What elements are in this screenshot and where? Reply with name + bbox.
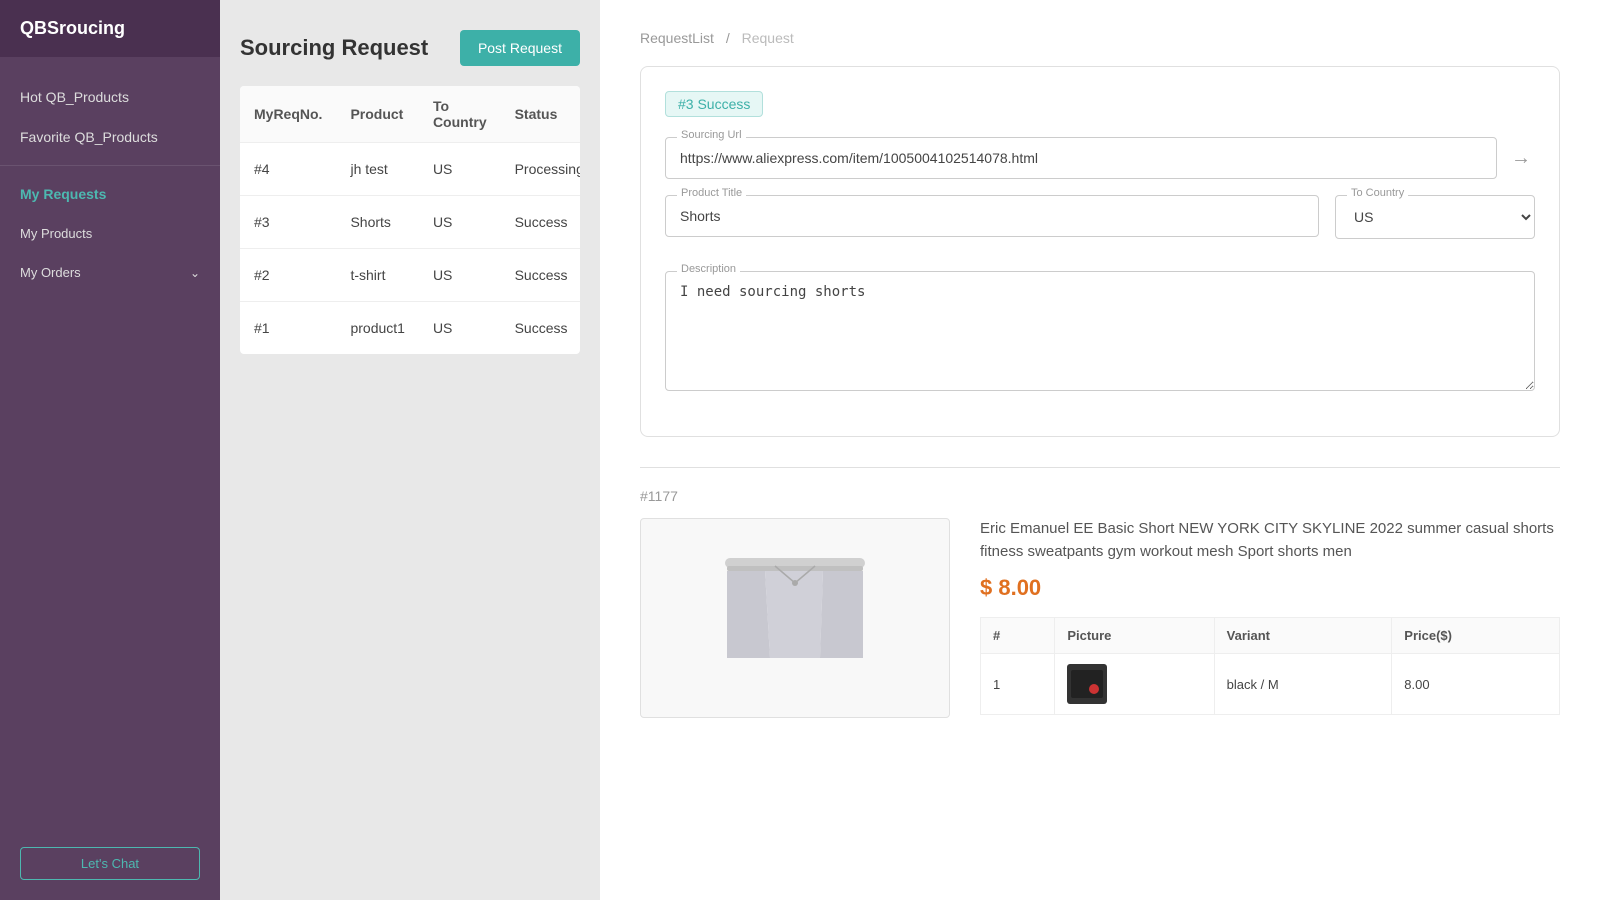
sidebar-nav: Hot QB_Products Favorite QB_Products My …	[0, 57, 220, 827]
product-title-group: Product Title	[665, 195, 1319, 239]
detail-panel: RequestList / Request #3 Success Sourcin…	[600, 0, 1600, 900]
table-row[interactable]: #2 t-shirt US Success	[240, 249, 580, 302]
sidebar-item-my-requests[interactable]: My Requests	[0, 174, 220, 214]
sidebar-item-my-products[interactable]: My Products	[0, 214, 220, 253]
variant-row: 1 black / M 8.00	[981, 654, 1560, 715]
cell-status: Success	[501, 249, 580, 302]
variant-thumb-inner	[1071, 670, 1103, 698]
breadcrumb-sep: /	[726, 30, 730, 46]
description-group: Description I need sourcing shorts	[665, 271, 1535, 396]
product-info: Eric Emanuel EE Basic Short NEW YORK CIT…	[980, 518, 1560, 718]
product-title-label: Product Title	[677, 187, 746, 199]
list-panel: Sourcing Request Post Request MyReqNo. P…	[220, 0, 600, 900]
variant-col-variant: Variant	[1214, 618, 1392, 654]
sidebar-bottom: Let's Chat	[0, 827, 220, 900]
sourcing-url-input[interactable]	[665, 137, 1497, 179]
cell-status: Success	[501, 196, 580, 249]
cell-product: Shorts	[336, 196, 418, 249]
variant-col-price: Price($)	[1392, 618, 1560, 654]
variant-picture	[1055, 654, 1214, 715]
list-header: Sourcing Request Post Request	[240, 30, 580, 66]
sidebar-item-my-orders[interactable]: My Orders ⌄	[0, 253, 220, 292]
cell-req-id: #2	[240, 249, 336, 302]
cell-country: US	[419, 196, 501, 249]
product-price: $ 8.00	[980, 575, 1560, 601]
requests-table-wrapper: MyReqNo. Product To Country Status #4 jh…	[240, 86, 580, 354]
product-result: Eric Emanuel EE Basic Short NEW YORK CIT…	[640, 518, 1560, 718]
product-country-row: Product Title To Country US UK CA AU	[665, 195, 1535, 255]
variant-name: black / M	[1214, 654, 1392, 715]
col-header-country: To Country	[419, 86, 501, 143]
cell-country: US	[419, 249, 501, 302]
variant-num: 1	[981, 654, 1055, 715]
cell-status: Success	[501, 302, 580, 355]
description-label: Description	[677, 263, 740, 275]
product-result-section: #1177	[640, 488, 1560, 718]
breadcrumb-list[interactable]: RequestList	[640, 30, 714, 46]
chat-button[interactable]: Let's Chat	[20, 847, 200, 880]
list-title: Sourcing Request	[240, 35, 428, 61]
variant-col-num: #	[981, 618, 1055, 654]
product-id: #1177	[640, 488, 1560, 504]
cell-req-id: #4	[240, 143, 336, 196]
requests-table: MyReqNo. Product To Country Status #4 jh…	[240, 86, 580, 354]
breadcrumb: RequestList / Request	[640, 30, 1560, 46]
cell-product: product1	[336, 302, 418, 355]
cell-req-id: #1	[240, 302, 336, 355]
cell-product: t-shirt	[336, 249, 418, 302]
url-navigate-button[interactable]: →	[1507, 143, 1535, 174]
product-name: Eric Emanuel EE Basic Short NEW YORK CIT…	[980, 518, 1560, 563]
description-input[interactable]: I need sourcing shorts	[665, 271, 1535, 391]
to-country-select[interactable]: US UK CA AU	[1335, 195, 1535, 239]
breadcrumb-current: Request	[742, 30, 794, 46]
cell-status: Processing	[501, 143, 580, 196]
variants-table: # Picture Variant Price($) 1 black / M 8…	[980, 617, 1560, 715]
sidebar-item-hot-qb-products[interactable]: Hot QB_Products	[0, 77, 220, 117]
sourcing-url-label: Sourcing Url	[677, 129, 746, 141]
section-divider	[640, 467, 1560, 468]
cell-country: US	[419, 143, 501, 196]
table-row[interactable]: #4 jh test US Processing	[240, 143, 580, 196]
main-area: Sourcing Request Post Request MyReqNo. P…	[220, 0, 1600, 900]
request-card: #3 Success Sourcing Url → Product Title …	[640, 66, 1560, 437]
cell-country: US	[419, 302, 501, 355]
col-header-req-no: MyReqNo.	[240, 86, 336, 143]
to-country-label: To Country	[1347, 187, 1408, 199]
variant-col-picture: Picture	[1055, 618, 1214, 654]
to-country-group: To Country US UK CA AU	[1335, 195, 1535, 239]
url-row: →	[665, 137, 1535, 179]
product-image-svg	[705, 528, 885, 708]
status-badge: #3 Success	[665, 91, 763, 117]
table-row[interactable]: #1 product1 US Success	[240, 302, 580, 355]
app-logo: QBSroucing	[0, 0, 220, 57]
variant-price: 8.00	[1392, 654, 1560, 715]
product-image-box	[640, 518, 950, 718]
col-header-status: Status	[501, 86, 580, 143]
variant-thumbnail	[1067, 664, 1107, 704]
sidebar-item-favorite-qb-products[interactable]: Favorite QB_Products	[0, 117, 220, 157]
sourcing-url-group: Sourcing Url →	[665, 137, 1535, 179]
sidebar: QBSroucing Hot QB_Products Favorite QB_P…	[0, 0, 220, 900]
post-request-button[interactable]: Post Request	[460, 30, 580, 66]
cell-req-id: #3	[240, 196, 336, 249]
product-title-input[interactable]	[665, 195, 1319, 237]
cell-product: jh test	[336, 143, 418, 196]
col-header-product: Product	[336, 86, 418, 143]
table-row[interactable]: #3 Shorts US Success	[240, 196, 580, 249]
